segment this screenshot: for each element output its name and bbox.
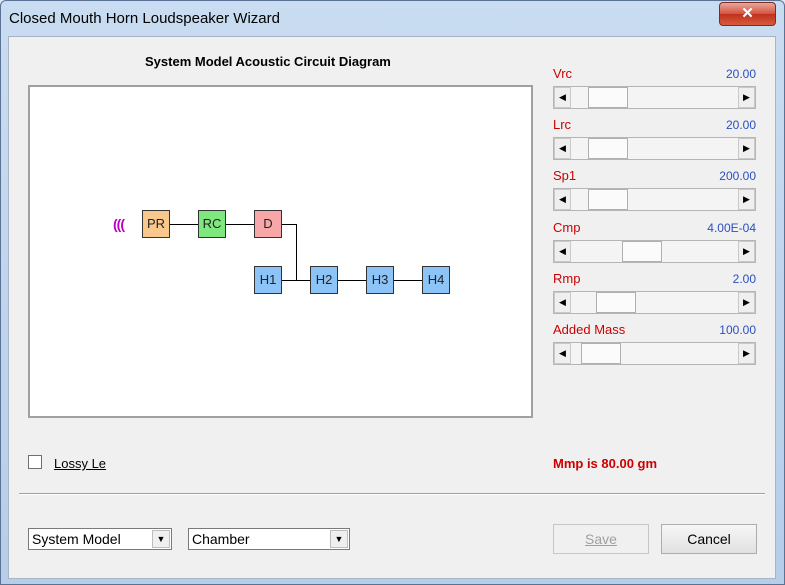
scroll-left-icon[interactable]: ◀ xyxy=(554,241,571,262)
lossy-le-checkbox[interactable] xyxy=(28,455,42,469)
circuit-diagram-canvas: ((( PR RC D H1 H2 H3 H4 xyxy=(28,85,533,418)
lossy-le-label[interactable]: Lossy Le xyxy=(54,456,106,471)
lrc-value: 20.00 xyxy=(725,118,756,132)
block-h3: H3 xyxy=(366,266,394,294)
lossy-le-text: Lossy Le xyxy=(54,456,107,471)
rmp-value: 2.00 xyxy=(732,272,756,286)
slider-thumb[interactable] xyxy=(596,292,636,313)
sp1-value: 200.00 xyxy=(719,169,756,183)
block-pr: PR xyxy=(142,210,170,238)
rmp-label: Rmp xyxy=(553,271,581,286)
mmp-status: Mmp is 80.00 gm xyxy=(553,456,658,471)
wire-h1-h2 xyxy=(282,280,310,281)
slider-thumb[interactable] xyxy=(588,189,628,210)
scroll-left-icon[interactable]: ◀ xyxy=(554,87,571,108)
sp1-label: Sp1 xyxy=(553,168,577,183)
wire-d-down xyxy=(296,224,297,281)
chamber-select[interactable]: Chamber ▼ xyxy=(188,528,350,550)
cmp-value: 4.00E-04 xyxy=(707,221,756,235)
scroll-right-icon[interactable]: ▶ xyxy=(738,241,755,262)
sound-source-icon: ((( xyxy=(113,216,125,232)
close-button[interactable]: ✕ xyxy=(719,2,776,26)
added-mass-value: 100.00 xyxy=(719,323,756,337)
slider-thumb[interactable] xyxy=(581,343,621,364)
slider-thumb[interactable] xyxy=(622,241,662,262)
diagram-title: System Model Acoustic Circuit Diagram xyxy=(145,54,391,69)
scroll-right-icon[interactable]: ▶ xyxy=(738,343,755,364)
scroll-left-icon[interactable]: ◀ xyxy=(554,138,571,159)
scroll-right-icon[interactable]: ▶ xyxy=(738,87,755,108)
cmp-label: Cmp xyxy=(553,220,581,235)
wire-pr-rc xyxy=(170,224,198,225)
lrc-label: Lrc xyxy=(553,117,572,132)
scroll-right-icon[interactable]: ▶ xyxy=(738,292,755,313)
wire-h2-h3 xyxy=(338,280,366,281)
rmp-slider[interactable]: ◀ ▶ xyxy=(553,291,756,314)
wire-d-out xyxy=(282,224,296,225)
vrc-value: 20.00 xyxy=(725,67,756,81)
save-button-label: Save xyxy=(585,531,617,547)
model-select-value: System Model xyxy=(32,531,121,547)
block-rc: RC xyxy=(198,210,226,238)
cancel-button-label: Cancel xyxy=(687,531,731,547)
block-d: D xyxy=(254,210,282,238)
block-h1: H1 xyxy=(254,266,282,294)
added-mass-label: Added Mass xyxy=(553,322,626,337)
chamber-select-value: Chamber xyxy=(192,531,250,547)
save-button[interactable]: Save xyxy=(553,524,649,554)
block-h2: H2 xyxy=(310,266,338,294)
close-icon: ✕ xyxy=(741,5,754,22)
scroll-left-icon[interactable]: ◀ xyxy=(554,343,571,364)
scroll-left-icon[interactable]: ◀ xyxy=(554,189,571,210)
vrc-slider[interactable]: ◀ ▶ xyxy=(553,86,756,109)
block-h4: H4 xyxy=(422,266,450,294)
sp1-slider[interactable]: ◀ ▶ xyxy=(553,188,756,211)
separator xyxy=(19,493,765,495)
title-bar: Closed Mouth Horn Loudspeaker Wizard ✕ xyxy=(1,1,784,37)
scroll-left-icon[interactable]: ◀ xyxy=(554,292,571,313)
cancel-button[interactable]: Cancel xyxy=(661,524,757,554)
dropdown-icon[interactable]: ▼ xyxy=(330,530,348,548)
vrc-label: Vrc xyxy=(553,66,573,81)
slider-thumb[interactable] xyxy=(588,138,628,159)
scroll-right-icon[interactable]: ▶ xyxy=(738,189,755,210)
wire-h3-h4 xyxy=(394,280,422,281)
cmp-slider[interactable]: ◀ ▶ xyxy=(553,240,756,263)
added-mass-slider[interactable]: ◀ ▶ xyxy=(553,342,756,365)
lrc-slider[interactable]: ◀ ▶ xyxy=(553,137,756,160)
slider-thumb[interactable] xyxy=(588,87,628,108)
scroll-right-icon[interactable]: ▶ xyxy=(738,138,755,159)
wire-rc-d xyxy=(226,224,254,225)
window-title: Closed Mouth Horn Loudspeaker Wizard xyxy=(9,10,280,27)
dropdown-icon[interactable]: ▼ xyxy=(152,530,170,548)
model-select[interactable]: System Model ▼ xyxy=(28,528,172,550)
